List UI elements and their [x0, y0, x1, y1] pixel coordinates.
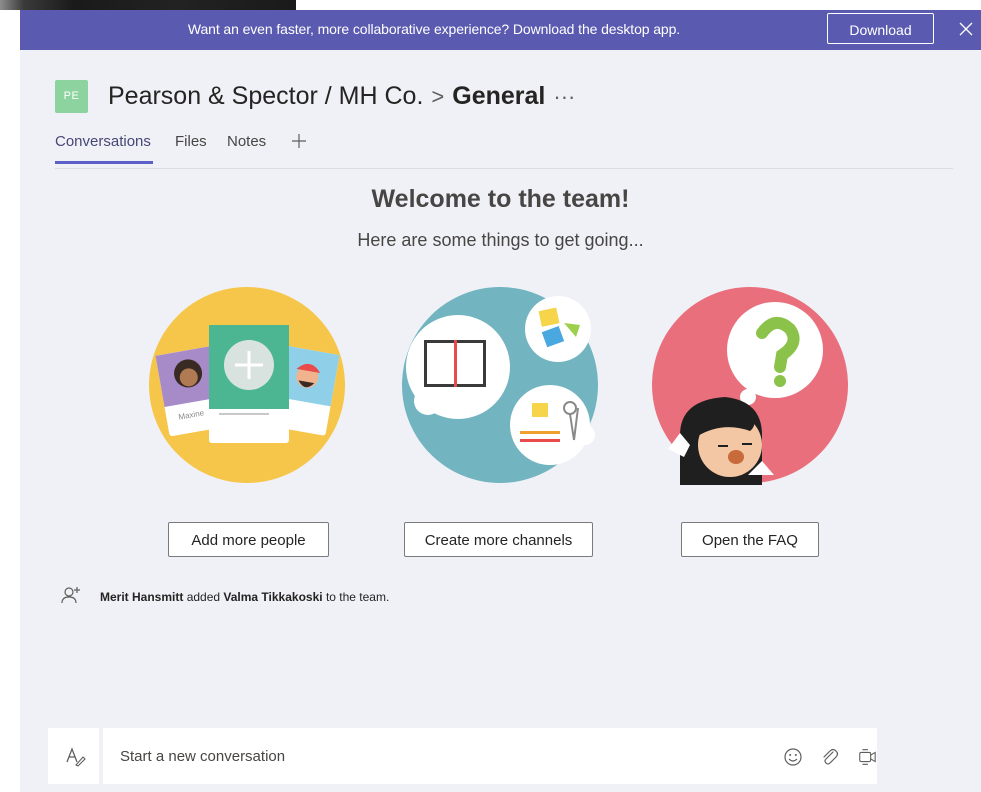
tab-notes[interactable]: Notes [227, 130, 266, 168]
activity-actor[interactable]: Merit Hansmitt [100, 590, 183, 604]
add-more-people-button[interactable]: Add more people [168, 522, 329, 557]
download-button[interactable]: Download [827, 13, 934, 44]
breadcrumb: Pearson & Spector / MH Co. > General ··· [108, 78, 575, 114]
emoji-icon[interactable] [783, 747, 803, 767]
channels-illustration [402, 287, 598, 483]
compose-placeholder: Start a new conversation [120, 748, 286, 765]
activity-target[interactable]: Valma Tikkakoski [223, 590, 322, 604]
create-more-channels-button[interactable]: Create more channels [404, 522, 593, 557]
welcome-subtitle: Here are some things to get going... [357, 230, 644, 250]
close-icon[interactable] [957, 20, 975, 38]
channel-tabs: Conversations Files Notes [55, 130, 953, 169]
teams-app: Want an even faster, more collaborative … [20, 10, 981, 792]
desktop-app-banner: Want an even faster, more collaborative … [20, 10, 981, 50]
add-tab-icon[interactable] [291, 133, 307, 149]
more-options-icon[interactable]: ··· [553, 84, 575, 109]
people-cards-illustration: Maxine [149, 287, 345, 483]
activity-suffix: to the team. [325, 590, 390, 604]
attach-icon[interactable] [819, 747, 839, 767]
welcome-title: Welcome to the team! [371, 185, 630, 213]
format-button[interactable] [48, 728, 99, 784]
add-member-icon [61, 587, 80, 604]
channel-name: General [452, 82, 546, 110]
activity-verb: added [186, 590, 221, 604]
background-photo-strip [0, 0, 296, 10]
format-text-icon [66, 747, 86, 767]
meet-now-icon[interactable] [857, 747, 877, 767]
tab-files[interactable]: Files [175, 130, 207, 168]
team-avatar: PE [55, 80, 88, 113]
faq-illustration [652, 287, 848, 485]
breadcrumb-separator: > [431, 84, 445, 109]
team-name[interactable]: Pearson & Spector / MH Co. [108, 82, 423, 110]
active-tab-indicator [55, 161, 153, 164]
open-faq-button[interactable]: Open the FAQ [681, 522, 819, 557]
activity-message: Merit Hansmitt added Valma Tikkakoski to… [100, 590, 389, 604]
compose-box[interactable]: Start a new conversation [103, 728, 877, 784]
